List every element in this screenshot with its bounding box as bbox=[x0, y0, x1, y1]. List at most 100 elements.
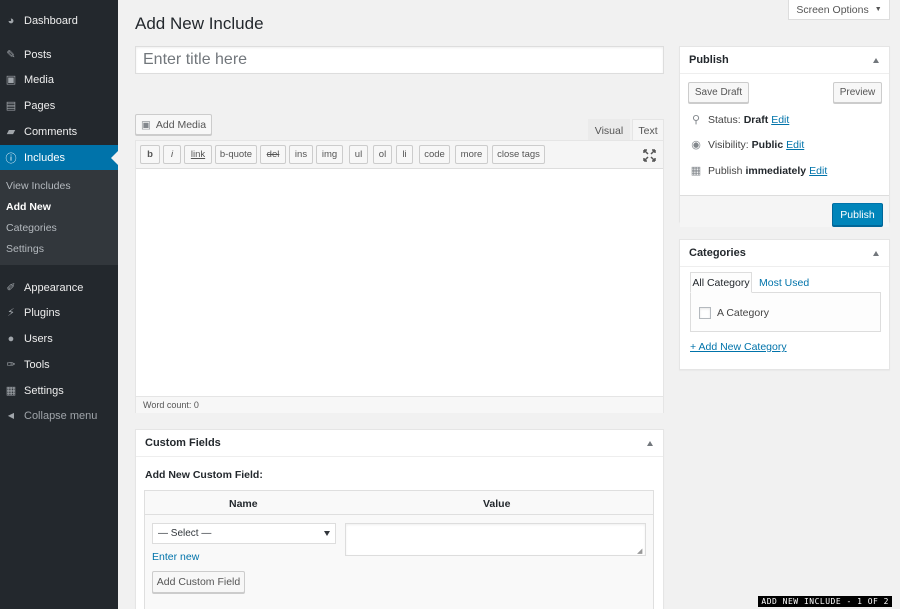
screen-options-label: Screen Options bbox=[796, 3, 869, 16]
media-icon: ▣ bbox=[140, 118, 151, 131]
visibility-label: Visibility: bbox=[708, 138, 749, 151]
quicktag-bold[interactable]: b bbox=[140, 145, 160, 164]
quicktag-img[interactable]: img bbox=[316, 145, 343, 164]
quicktag-ins[interactable]: ins bbox=[289, 145, 313, 164]
media-icon: ▣ bbox=[5, 74, 17, 86]
preview-button[interactable]: Preview bbox=[833, 82, 882, 103]
comment-icon: ▰ bbox=[6, 126, 16, 138]
publish-time-row: ▦ Publish immediately Edit bbox=[689, 164, 827, 178]
publish-button[interactable]: Publish bbox=[832, 203, 883, 226]
category-checklist: A Category bbox=[690, 292, 881, 332]
submenu-settings[interactable]: Settings bbox=[6, 243, 44, 255]
add-media-button[interactable]: ▣ Add Media bbox=[135, 114, 212, 135]
user-icon: ● bbox=[7, 332, 15, 345]
menu-pages[interactable]: ▤ Pages bbox=[0, 93, 118, 118]
menu-label: Appearance bbox=[24, 281, 84, 294]
category-label: A Category bbox=[717, 307, 769, 319]
edit-publish-time-link[interactable]: Edit bbox=[809, 165, 827, 177]
menu-label: Dashboard bbox=[24, 14, 78, 27]
collapse-menu-button[interactable]: ◀ Collapse menu bbox=[0, 403, 118, 428]
publish-heading: Publish bbox=[689, 54, 729, 66]
menu-tools[interactable]: ✑ Tools bbox=[0, 352, 118, 377]
screen-options-button[interactable]: Screen Options ▼ bbox=[788, 0, 890, 20]
quicktag-link[interactable]: link bbox=[184, 145, 212, 164]
status-value: Draft bbox=[743, 113, 769, 126]
col-value: Value bbox=[483, 498, 511, 510]
brush-icon: ✐ bbox=[6, 282, 16, 294]
tab-text[interactable]: Text bbox=[632, 119, 664, 141]
caret-down-icon: ▼ bbox=[874, 6, 882, 13]
pin-icon: ✎ bbox=[6, 49, 16, 61]
fullscreen-icon[interactable] bbox=[643, 149, 656, 162]
quicktag-more[interactable]: more bbox=[455, 145, 488, 164]
menu-posts[interactable]: ✎ Posts bbox=[0, 42, 118, 67]
custom-fields-header[interactable]: Custom Fields bbox=[136, 430, 663, 457]
tab-most-used[interactable]: Most Used bbox=[759, 272, 809, 293]
edit-visibility-link[interactable]: Edit bbox=[786, 139, 804, 151]
submenu-categories[interactable]: Categories bbox=[6, 222, 57, 234]
col-name: Name bbox=[229, 498, 258, 510]
title-input[interactable] bbox=[135, 46, 664, 74]
add-media-label: Add Media bbox=[155, 118, 207, 131]
quicktag-italic[interactable]: i bbox=[163, 145, 181, 164]
tab-visual[interactable]: Visual bbox=[588, 119, 630, 141]
quicktag-li[interactable]: li bbox=[396, 145, 413, 164]
menu-label: Settings bbox=[24, 384, 64, 397]
content-textarea[interactable] bbox=[136, 169, 663, 395]
menu-media[interactable]: ▣ Media bbox=[0, 67, 118, 92]
menu-label: Tools bbox=[24, 358, 50, 371]
submenu-view-includes[interactable]: View Includes bbox=[6, 180, 71, 192]
wrench-icon: ✑ bbox=[6, 359, 16, 371]
quicktag-close-tags[interactable]: close tags bbox=[492, 145, 545, 164]
info-icon: ⓘ bbox=[5, 152, 17, 165]
publish-box-header[interactable]: Publish bbox=[680, 47, 889, 74]
menu-users[interactable]: ● Users bbox=[0, 326, 118, 351]
menu-comments[interactable]: ▰ Comments bbox=[0, 119, 118, 144]
eye-icon: ◉ bbox=[691, 139, 701, 151]
visibility-value: Public bbox=[751, 138, 784, 151]
custom-fields-table-header: Name Value bbox=[144, 490, 654, 515]
toggle-arrow-icon[interactable] bbox=[873, 251, 879, 256]
quicktag-bquote[interactable]: b-quote bbox=[215, 145, 257, 164]
save-draft-button[interactable]: Save Draft bbox=[688, 82, 749, 103]
quicktag-del[interactable]: del bbox=[260, 145, 286, 164]
menu-label: Posts bbox=[24, 48, 52, 61]
custom-field-subheading: Add New Custom Field: bbox=[145, 469, 263, 481]
menu-label: Plugins bbox=[24, 306, 61, 319]
menu-label: Includes bbox=[24, 151, 65, 164]
quicktag-code[interactable]: code bbox=[419, 145, 450, 164]
menu-dashboard[interactable]: ◕ Dashboard bbox=[0, 8, 118, 33]
chevron-down-icon bbox=[324, 531, 330, 536]
add-custom-field-button[interactable]: Add Custom Field bbox=[152, 571, 245, 593]
quicktag-ul[interactable]: ul bbox=[349, 145, 368, 164]
menu-label: Pages bbox=[24, 99, 56, 112]
menu-settings[interactable]: ▦ Settings bbox=[0, 378, 118, 403]
publish-label: Publish bbox=[708, 164, 743, 177]
settings-icon: ▦ bbox=[5, 385, 17, 397]
pages-icon: ▤ bbox=[5, 100, 17, 112]
custom-field-name-select[interactable]: — Select — bbox=[152, 523, 336, 544]
quicktag-ol[interactable]: ol bbox=[373, 145, 392, 164]
toggle-arrow-icon[interactable] bbox=[873, 58, 879, 63]
submenu-add-new[interactable]: Add New bbox=[6, 201, 51, 213]
edit-status-link[interactable]: Edit bbox=[771, 114, 789, 126]
menu-includes[interactable]: ⓘ Includes bbox=[0, 145, 118, 170]
status-label: Status: bbox=[708, 113, 741, 126]
category-checkbox[interactable] bbox=[699, 307, 711, 319]
collapse-arrow-icon: ◀ bbox=[7, 411, 15, 420]
enter-new-link[interactable]: Enter new bbox=[152, 551, 199, 563]
tab-all-category[interactable]: All Category bbox=[690, 272, 752, 293]
menu-appearance[interactable]: ✐ Appearance bbox=[0, 275, 118, 300]
page-title: Add New Include bbox=[135, 14, 264, 33]
publish-box: Publish Save Draft Preview ⚲ Status: Dra… bbox=[679, 46, 890, 227]
quicktags-toolbar: b i link b-quote del ins img ul ol li co… bbox=[136, 141, 663, 169]
resize-grip-icon[interactable]: ◢ bbox=[637, 547, 642, 555]
categories-box-header[interactable]: Categories bbox=[680, 240, 889, 267]
add-new-category-link[interactable]: + Add New Category bbox=[690, 341, 787, 353]
toggle-arrow-icon[interactable] bbox=[647, 441, 653, 446]
custom-field-value-textarea[interactable] bbox=[345, 523, 646, 556]
menu-label: Comments bbox=[24, 125, 78, 138]
menu-plugins[interactable]: ⚡ Plugins bbox=[0, 300, 118, 325]
includes-submenu: View Includes Add New Categories Setting… bbox=[0, 170, 118, 265]
word-count: Word count: 0 bbox=[136, 396, 663, 413]
